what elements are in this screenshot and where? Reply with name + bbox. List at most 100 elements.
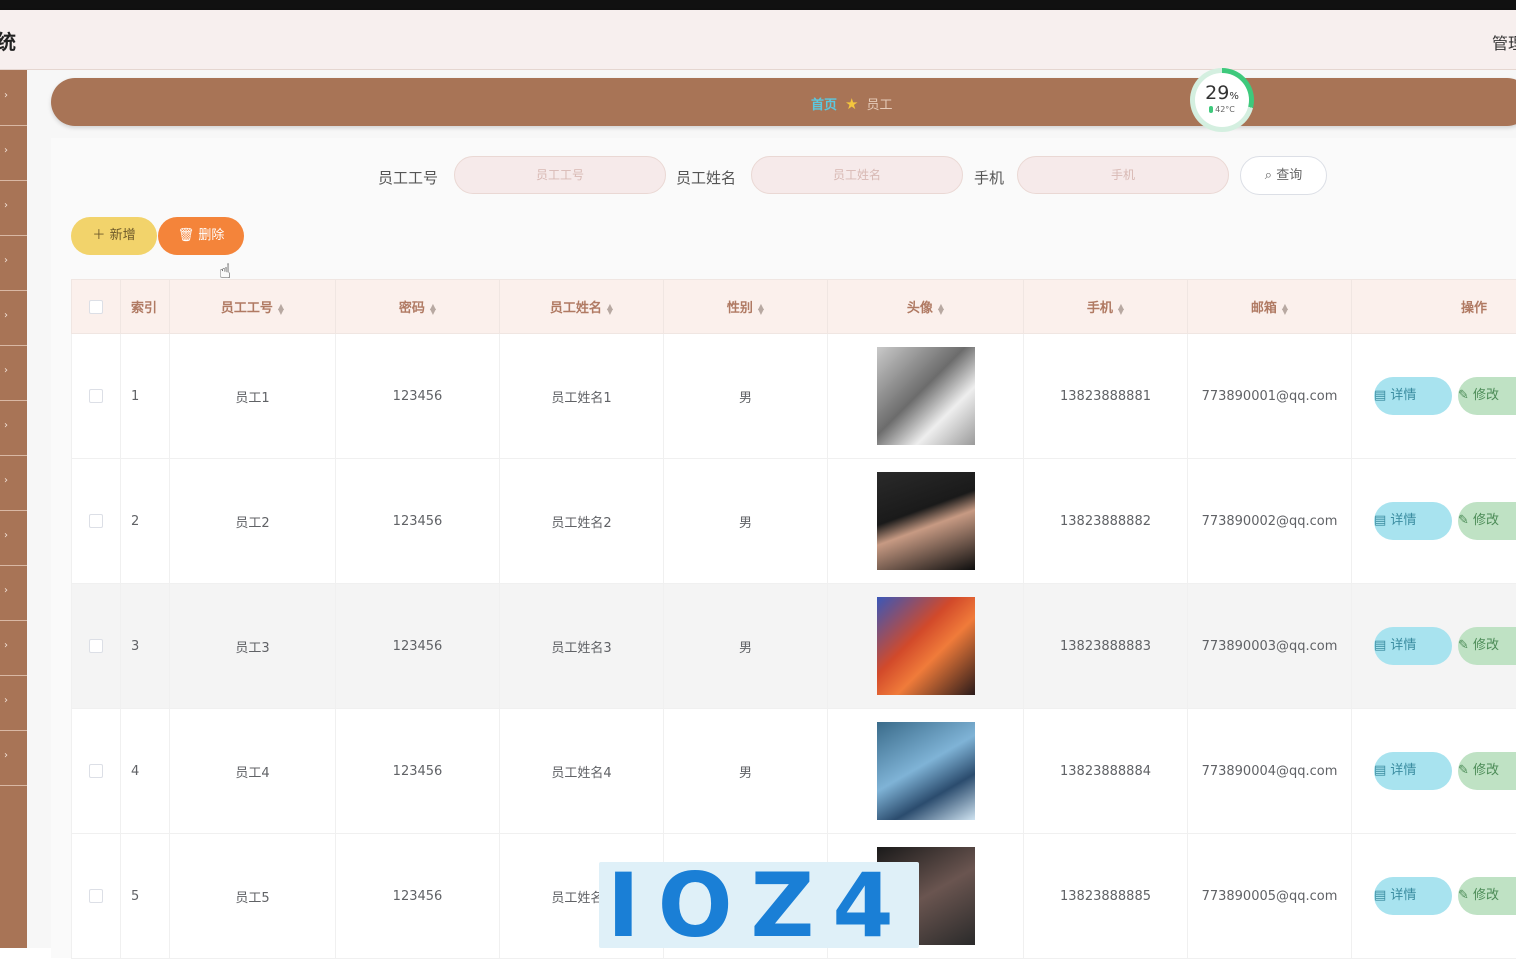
select-all-checkbox[interactable] bbox=[89, 300, 103, 314]
detail-button[interactable]: ▤ 详情 bbox=[1374, 627, 1452, 665]
cell-email: 773890002@qq.com bbox=[1188, 459, 1352, 584]
avatar[interactable] bbox=[877, 472, 975, 570]
document-icon: ▤ bbox=[1374, 763, 1390, 778]
sort-icon[interactable]: ▲▼ bbox=[607, 304, 613, 314]
sort-icon[interactable]: ▲▼ bbox=[430, 304, 436, 314]
add-button[interactable]: ＋ 新增 bbox=[71, 217, 157, 255]
detail-button[interactable]: ▤ 详情 bbox=[1374, 502, 1452, 540]
chevron-icon: › bbox=[4, 695, 8, 706]
pencil-icon: ✎ bbox=[1458, 388, 1473, 403]
breadcrumb-home[interactable]: 首页 bbox=[811, 98, 837, 113]
sidebar-item[interactable]: › bbox=[0, 730, 27, 786]
table-row: 3 员工3 123456 员工姓名3 男 13823888883 7738900… bbox=[72, 584, 1516, 709]
sidebar-item[interactable]: › bbox=[0, 510, 27, 566]
cell-emp-id: 员工4 bbox=[170, 709, 336, 834]
cell-gender: 男 bbox=[664, 584, 828, 709]
row-checkbox[interactable] bbox=[89, 389, 103, 403]
pencil-icon: ✎ bbox=[1458, 763, 1473, 778]
cell-actions: ▤ 详情✎ 修改 bbox=[1352, 459, 1516, 584]
app-header: 统 管理 bbox=[0, 10, 1516, 70]
edit-button[interactable]: ✎ 修改 bbox=[1458, 752, 1516, 790]
detail-button[interactable]: ▤ 详情 bbox=[1374, 377, 1452, 415]
column-header[interactable]: 性别▲▼ bbox=[664, 280, 828, 334]
search-bar: 员工工号 员工姓名 手机 ⌕ 查询 bbox=[0, 155, 1516, 197]
column-header[interactable]: 密码▲▼ bbox=[336, 280, 500, 334]
gauge-percent: 29% bbox=[1195, 82, 1249, 104]
cell-name: 员工姓名1 bbox=[500, 334, 664, 459]
cpu-gauge-widget[interactable]: 29% 42°C bbox=[1190, 68, 1254, 132]
cell-gender: 男 bbox=[664, 459, 828, 584]
sidebar-item[interactable]: › bbox=[0, 70, 27, 126]
sidebar-item[interactable]: › bbox=[0, 675, 27, 731]
sidebar-item[interactable]: › bbox=[0, 290, 27, 346]
row-checkbox-cell bbox=[72, 334, 121, 459]
cell-email: 773890001@qq.com bbox=[1188, 334, 1352, 459]
column-header: 操作 bbox=[1352, 280, 1516, 334]
column-header: 索引 bbox=[121, 280, 170, 334]
cell-phone: 13823888881 bbox=[1024, 334, 1188, 459]
search-icon: ⌕ bbox=[1265, 168, 1276, 183]
sidebar-item[interactable]: › bbox=[0, 455, 27, 511]
pencil-icon: ✎ bbox=[1458, 513, 1473, 528]
row-checkbox[interactable] bbox=[89, 639, 103, 653]
avatar[interactable] bbox=[877, 722, 975, 820]
trash-icon: 🗑 bbox=[178, 228, 199, 243]
row-checkbox[interactable] bbox=[89, 514, 103, 528]
user-menu[interactable]: 管理 bbox=[1492, 30, 1516, 54]
sidebar-item[interactable]: › bbox=[0, 565, 27, 621]
watermark-text: IOZ4 bbox=[607, 854, 912, 957]
cell-gender: 男 bbox=[664, 709, 828, 834]
star-icon: ★ bbox=[845, 95, 858, 113]
query-button[interactable]: ⌕ 查询 bbox=[1240, 156, 1327, 195]
cell-emp-id: 员工5 bbox=[170, 834, 336, 959]
cell-password: 123456 bbox=[336, 834, 500, 959]
avatar[interactable] bbox=[877, 347, 975, 445]
cell-actions: ▤ 详情✎ 修改 bbox=[1352, 834, 1516, 959]
edit-button[interactable]: ✎ 修改 bbox=[1458, 502, 1516, 540]
document-icon: ▤ bbox=[1374, 638, 1390, 653]
row-checkbox[interactable] bbox=[89, 889, 103, 903]
detail-button[interactable]: ▤ 详情 bbox=[1374, 877, 1452, 915]
cell-avatar bbox=[828, 459, 1024, 584]
edit-button[interactable]: ✎ 修改 bbox=[1458, 377, 1516, 415]
sidebar-item[interactable]: › bbox=[0, 235, 27, 291]
column-header[interactable]: 手机▲▼ bbox=[1024, 280, 1188, 334]
sidebar-item[interactable]: › bbox=[0, 620, 27, 676]
plus-icon: ＋ bbox=[92, 228, 109, 243]
cell-phone: 13823888883 bbox=[1024, 584, 1188, 709]
row-checkbox-cell bbox=[72, 709, 121, 834]
column-header[interactable]: 员工姓名▲▼ bbox=[500, 280, 664, 334]
sort-icon[interactable]: ▲▼ bbox=[1118, 304, 1124, 314]
sidebar-item[interactable]: › bbox=[0, 345, 27, 401]
edit-button[interactable]: ✎ 修改 bbox=[1458, 877, 1516, 915]
sort-icon[interactable]: ▲▼ bbox=[938, 304, 944, 314]
row-checkbox-cell bbox=[72, 459, 121, 584]
cell-password: 123456 bbox=[336, 584, 500, 709]
search-input-name[interactable] bbox=[751, 156, 963, 194]
document-icon: ▤ bbox=[1374, 513, 1390, 528]
cell-password: 123456 bbox=[336, 709, 500, 834]
cell-index: 4 bbox=[121, 709, 170, 834]
edit-button[interactable]: ✎ 修改 bbox=[1458, 627, 1516, 665]
table-row: 4 员工4 123456 员工姓名4 男 13823888884 7738900… bbox=[72, 709, 1516, 834]
search-label-emp-id: 员工工号 bbox=[378, 167, 438, 188]
pencil-icon: ✎ bbox=[1458, 888, 1473, 903]
search-input-emp-id[interactable] bbox=[454, 156, 666, 194]
column-header[interactable]: 头像▲▼ bbox=[828, 280, 1024, 334]
column-header[interactable]: 员工工号▲▼ bbox=[170, 280, 336, 334]
row-checkbox[interactable] bbox=[89, 764, 103, 778]
sort-icon[interactable]: ▲▼ bbox=[1282, 304, 1288, 314]
search-input-phone[interactable] bbox=[1017, 156, 1229, 194]
detail-button[interactable]: ▤ 详情 bbox=[1374, 752, 1452, 790]
cell-emp-id: 员工2 bbox=[170, 459, 336, 584]
avatar[interactable] bbox=[877, 597, 975, 695]
sort-icon[interactable]: ▲▼ bbox=[278, 304, 284, 314]
chevron-icon: › bbox=[4, 90, 8, 101]
chevron-icon: › bbox=[4, 365, 8, 376]
sidebar-item[interactable]: › bbox=[0, 400, 27, 456]
column-header[interactable]: 邮箱▲▼ bbox=[1188, 280, 1352, 334]
search-label-phone: 手机 bbox=[974, 167, 1004, 188]
delete-button[interactable]: 🗑 删除 bbox=[158, 217, 244, 255]
sort-icon[interactable]: ▲▼ bbox=[758, 304, 764, 314]
document-icon: ▤ bbox=[1374, 888, 1390, 903]
